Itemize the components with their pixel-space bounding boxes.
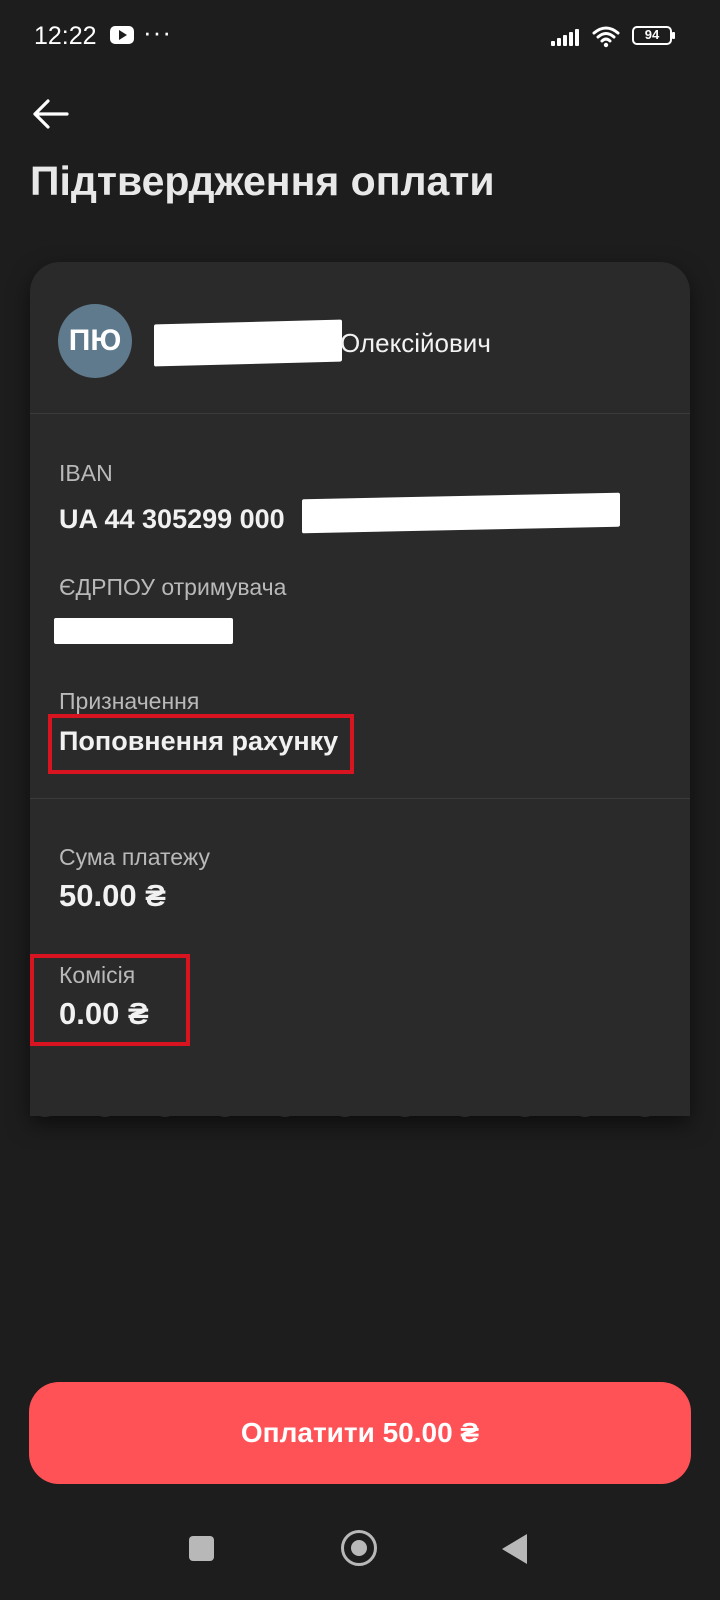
divider xyxy=(30,798,690,799)
recipient-name-text: Олексійович xyxy=(340,328,491,358)
purpose-label: Призначення xyxy=(59,688,200,714)
youtube-icon xyxy=(110,26,134,44)
iban-redaction xyxy=(302,492,620,534)
iban-value: UA 44 305299 000 xyxy=(59,504,285,534)
battery-icon: 94 xyxy=(632,26,675,45)
recent-apps-icon[interactable] xyxy=(189,1536,214,1561)
back-button[interactable] xyxy=(28,90,76,138)
back-icon[interactable] xyxy=(502,1534,527,1564)
payment-details-card: ПЮ Олексійович IBAN UA 44 305299 000 ЄДР… xyxy=(30,262,690,1117)
edrpou-redaction xyxy=(54,618,233,644)
sum-value: 50.00 ₴ xyxy=(59,878,166,913)
divider xyxy=(30,413,690,414)
wifi-icon xyxy=(592,26,620,48)
iban-label: IBAN xyxy=(59,460,113,486)
battery-level: 94 xyxy=(644,27,660,42)
home-icon[interactable] xyxy=(341,1530,377,1566)
recipient-name: Олексійович xyxy=(154,316,594,367)
purpose-highlight-box xyxy=(48,714,354,774)
sum-label: Сума платежу xyxy=(59,844,210,870)
recipient-name-redaction xyxy=(154,319,342,367)
more-icon: ··· xyxy=(143,17,172,47)
fee-highlight-box xyxy=(30,954,190,1046)
page-title: Підтвердження оплати xyxy=(30,158,495,204)
pay-button[interactable]: Оплатити 50.00 ₴ xyxy=(29,1382,691,1484)
arrow-left-icon xyxy=(33,99,69,129)
status-bar: 12:22 ··· 94 xyxy=(0,0,720,72)
status-time: 12:22 xyxy=(34,22,97,50)
edrpou-label: ЄДРПОУ отримувача xyxy=(59,574,287,600)
avatar: ПЮ xyxy=(58,304,132,378)
card-wave-edge xyxy=(30,1098,690,1117)
signal-icon xyxy=(551,29,583,46)
system-nav-bar xyxy=(0,1520,720,1600)
